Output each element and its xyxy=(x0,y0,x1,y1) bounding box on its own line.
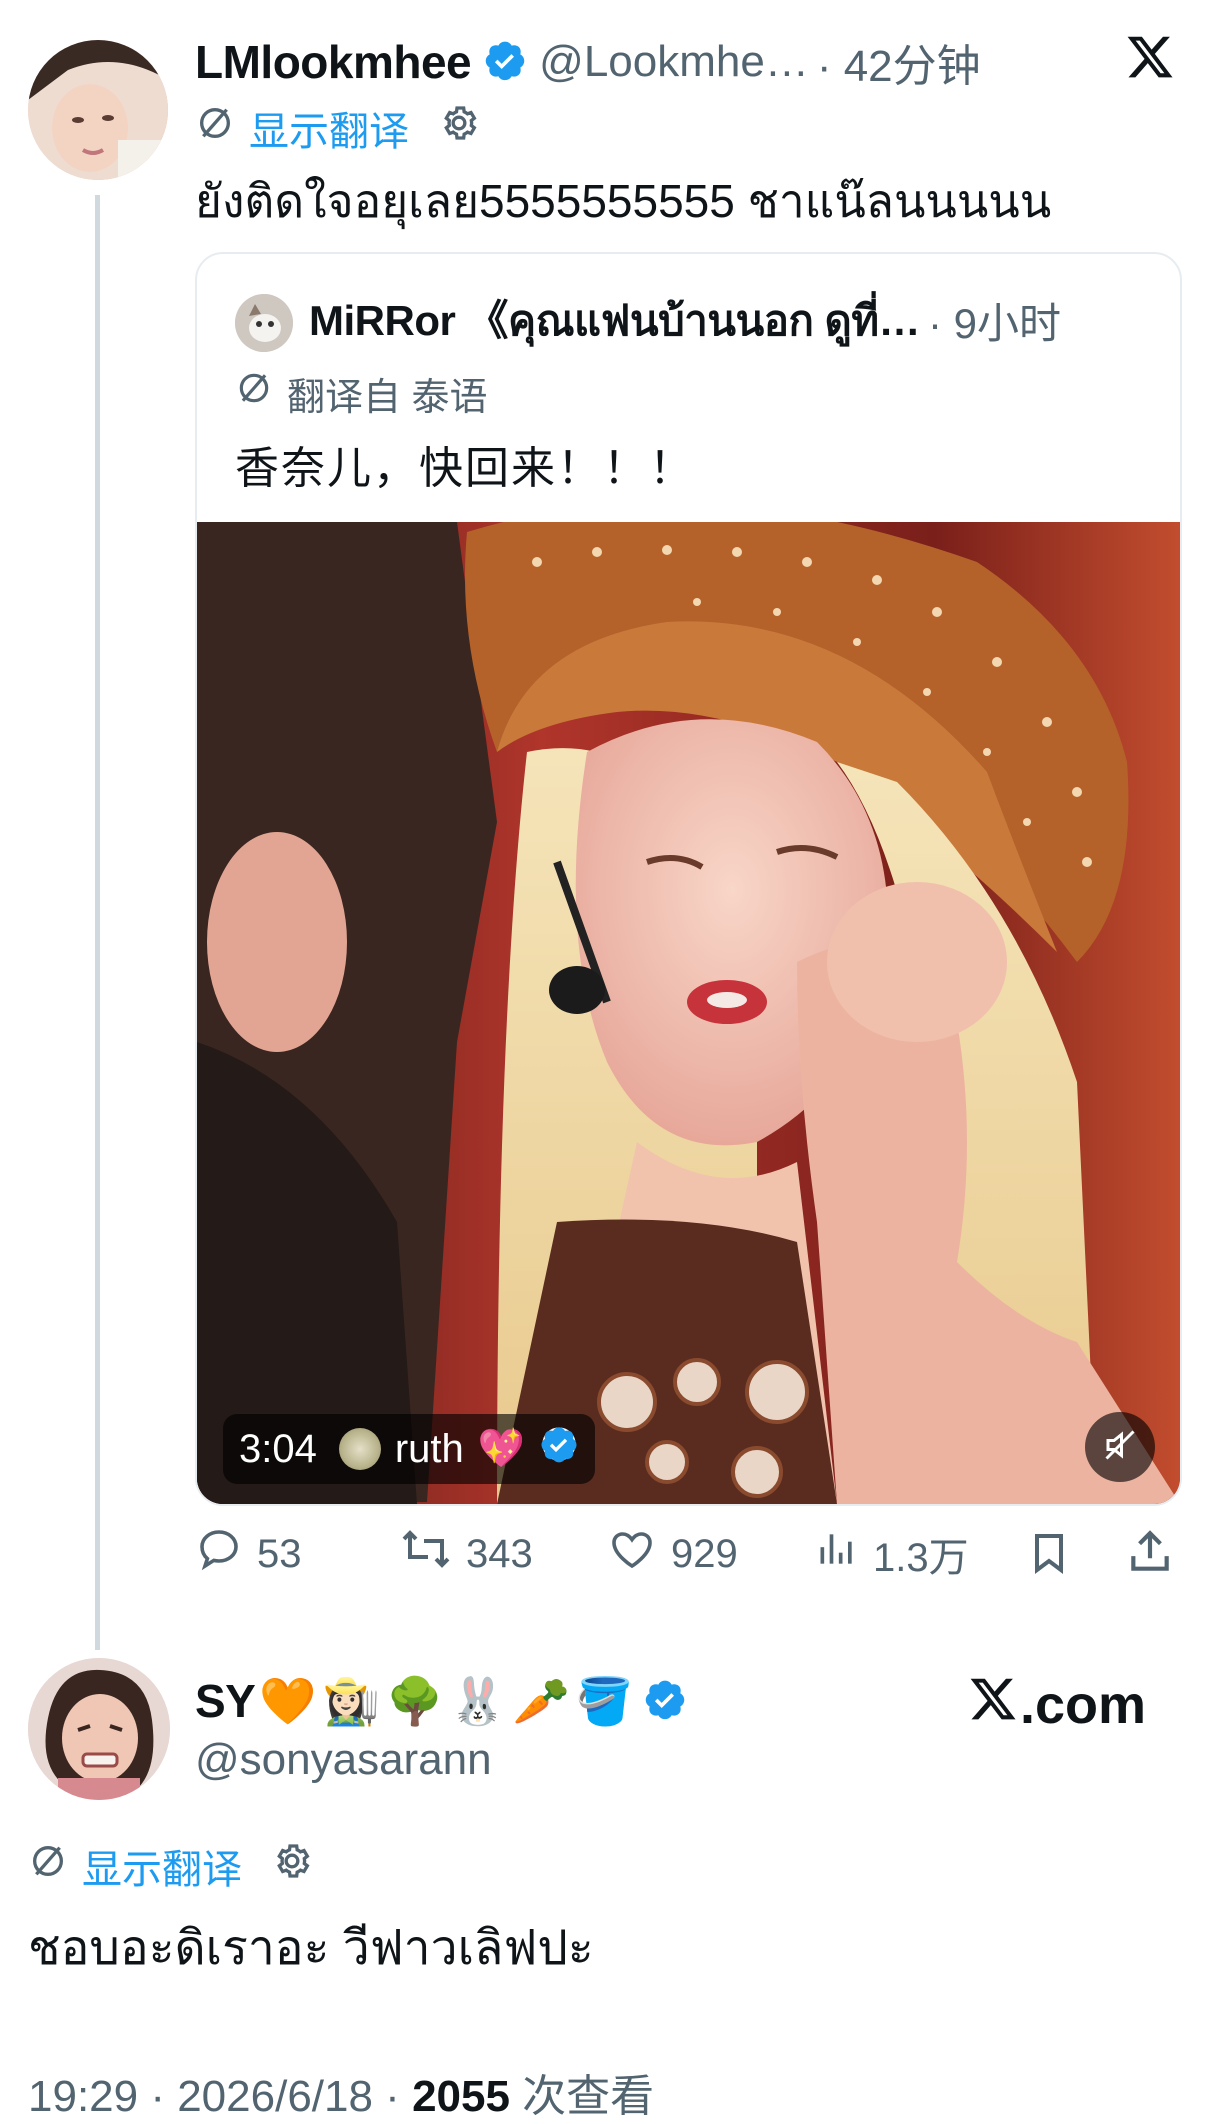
reply-view-label: 次查看 xyxy=(509,2072,655,2121)
reply-icon xyxy=(195,1525,243,1583)
quote-translated-from: 翻译自 泰语 xyxy=(287,376,488,419)
mute-button[interactable] xyxy=(1085,1412,1155,1482)
reply-count: 53 xyxy=(257,1531,302,1576)
author-avatar[interactable] xyxy=(28,40,168,180)
emoji-tree: 🌳 xyxy=(385,1674,444,1727)
overlay-verified-icon xyxy=(539,1424,579,1474)
repost-icon xyxy=(400,1525,452,1583)
translate-row: 显示翻译 xyxy=(195,100,479,156)
show-translation-link[interactable]: 显示翻译 xyxy=(249,99,409,157)
like-count: 929 xyxy=(671,1531,738,1576)
reply-verified-badge-icon xyxy=(643,1677,687,1726)
reply-button[interactable]: 53 xyxy=(195,1525,302,1583)
emoji-carrot: 🥕 xyxy=(512,1674,570,1727)
reply-show-translation-link[interactable]: 显示翻译 xyxy=(82,1837,242,1895)
thread-line xyxy=(95,195,100,1650)
quote-author-avatar xyxy=(235,294,293,352)
post-text: ยังติดใจอยุเลย5555555555 ชาแน๊ลนนนนน xyxy=(195,175,1052,227)
reply-author-avatar[interactable] xyxy=(28,1658,170,1800)
watermark-text: .com xyxy=(1020,1675,1147,1735)
like-button[interactable]: 929 xyxy=(607,1525,738,1583)
reply-meta: 19:29 · 2026/6/18 · 2055 次查看 xyxy=(28,2060,654,2124)
x-logo-icon[interactable] xyxy=(1125,32,1175,82)
verified-badge-icon xyxy=(483,38,527,87)
emoji-farmer: 👩🏻‍🌾 xyxy=(322,1674,380,1727)
repost-button[interactable]: 343 xyxy=(400,1525,533,1583)
views-button[interactable]: 1.3万 xyxy=(815,1525,969,1583)
quote-translated-row: 翻译自 泰语 xyxy=(235,366,488,420)
x-watermark-icon xyxy=(968,1674,1018,1737)
quote-time[interactable]: · 9小时 xyxy=(928,290,1061,351)
emoji-orange-heart: 🧡 xyxy=(259,1674,317,1727)
overlay-user-avatar xyxy=(338,1428,381,1470)
overlay-user-emoji: 💖 xyxy=(477,1428,526,1470)
reply-header: SY 🧡 👩🏻‍🌾 🌳 🐰 🥕 🪣 xyxy=(195,1668,687,1734)
video-duration: 3:04 xyxy=(239,1426,317,1471)
reply-view-count: 2055 xyxy=(412,2072,510,2121)
author-name[interactable]: LMlookmhee xyxy=(195,35,472,89)
repost-count: 343 xyxy=(466,1531,533,1576)
emoji-rabbit: 🐰 xyxy=(449,1674,507,1727)
bookmark-button[interactable] xyxy=(1025,1529,1073,1582)
translate-icon xyxy=(195,103,235,153)
quote-header: MiRRor 《คุณแฟนบ้านนอก ดูที่… · 9小时 xyxy=(309,290,1061,350)
quote-text: 香奈儿，快回来！！！ xyxy=(235,444,695,493)
reply-author-emojis: 🧡 👩🏻‍🌾 🌳 🐰 🥕 🪣 xyxy=(259,1674,633,1729)
reply-timestamp[interactable]: 19:29 · 2026/6/18 · xyxy=(28,2072,412,2121)
share-button[interactable] xyxy=(1125,1527,1175,1582)
emoji-bucket: 🪣 xyxy=(575,1674,634,1727)
video-frame xyxy=(197,522,1180,1504)
video-info-pill: 3:04 ruth 💖 xyxy=(223,1414,596,1484)
settings-gear-icon[interactable] xyxy=(439,103,479,153)
reply-text: ชอบอะดิเราอะ วีฟาวเลิฟปะ xyxy=(28,1922,594,1975)
speaker-muted-icon xyxy=(1102,1427,1138,1468)
post-header: LMlookmhee @Lookmhe… · 42分钟 xyxy=(195,30,1125,94)
bar-chart-icon xyxy=(815,1525,859,1583)
quoted-post-card[interactable]: MiRRor 《คุณแฟนบ้านนอก ดูที่… · 9小时 翻译自 泰… xyxy=(195,252,1182,1506)
author-handle[interactable]: @Lookmhe… xyxy=(539,37,809,87)
reply-author-name[interactable]: SY xyxy=(195,1674,256,1728)
overlay-user-name: ruth xyxy=(394,1426,464,1471)
bookmark-icon xyxy=(1025,1534,1073,1581)
translate-icon xyxy=(235,369,273,417)
reply-author-handle[interactable]: @sonyasarann xyxy=(195,1735,492,1785)
action-bar: 53 343 929 1.3万 xyxy=(195,1525,1180,1585)
quote-author-name[interactable]: MiRRor 《คุณแฟนบ้านนอก ดูที่… xyxy=(309,287,921,354)
settings-gear-icon[interactable] xyxy=(272,1841,312,1891)
reply-translate-row: 显示翻译 xyxy=(28,1838,312,1894)
post-time[interactable]: · 42分钟 xyxy=(817,30,981,94)
translate-icon xyxy=(28,1841,68,1891)
xcom-watermark: .com xyxy=(968,1670,1146,1740)
quote-video[interactable]: 3:04 ruth 💖 xyxy=(197,522,1180,1504)
share-icon xyxy=(1125,1530,1175,1581)
heart-icon xyxy=(607,1525,657,1583)
views-count: 1.3万 xyxy=(873,1536,969,1580)
